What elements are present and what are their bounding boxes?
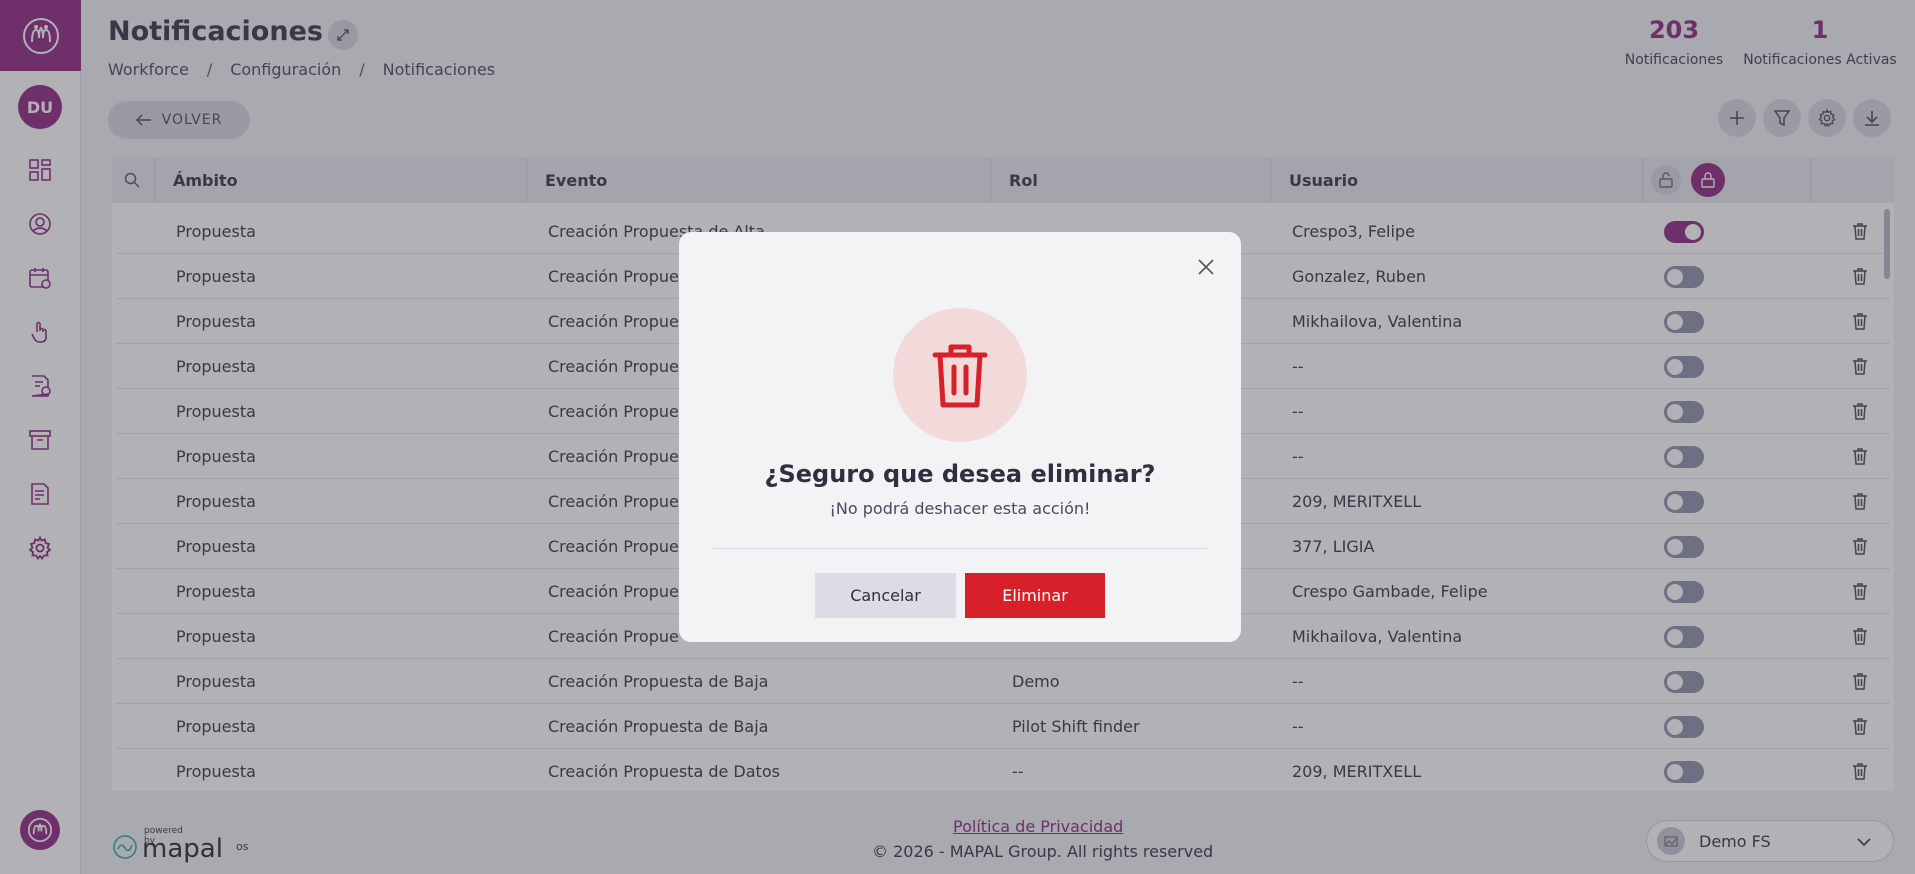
trash-warning-icon [893, 308, 1027, 442]
dialog-divider [713, 548, 1207, 549]
dialog-subtitle: ¡No podrá deshacer esta acción! [829, 499, 1091, 518]
cancel-button[interactable]: Cancelar [815, 573, 956, 618]
delete-confirm-dialog: ¿Seguro que desea eliminar? ¡No podrá de… [679, 232, 1241, 642]
delete-button[interactable]: Eliminar [965, 573, 1105, 618]
close-icon[interactable] [1197, 258, 1215, 276]
dialog-title: ¿Seguro que desea eliminar? [764, 460, 1156, 488]
